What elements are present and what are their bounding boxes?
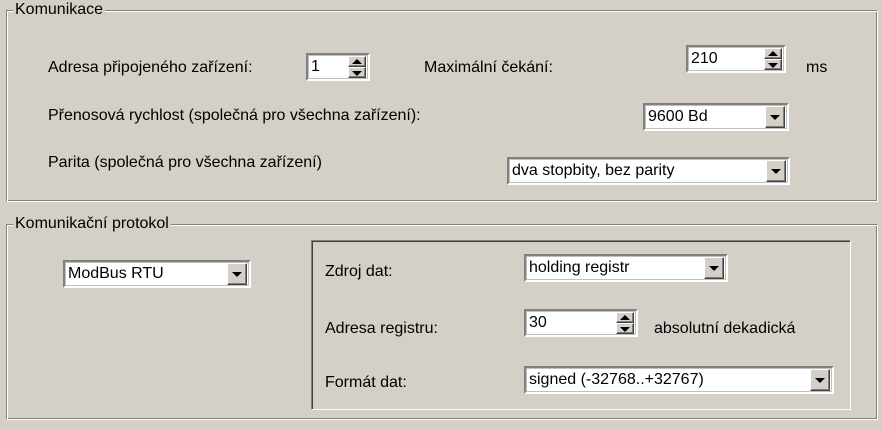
parity-label: Parita (společná pro všechna zařízení) xyxy=(48,154,322,171)
protocol-value[interactable]: ModBus RTU xyxy=(68,262,164,286)
spin-down-icon[interactable] xyxy=(616,323,634,334)
baud-rate-label: Přenosová rychlost (společná pro všechna… xyxy=(48,107,421,124)
spin-up-icon[interactable] xyxy=(348,56,366,67)
dropdown-arrow-icon[interactable] xyxy=(765,106,785,128)
device-address-value[interactable]: 1 xyxy=(311,55,320,79)
register-address-label: Adresa registru: xyxy=(325,320,438,337)
data-source-value[interactable]: holding registr xyxy=(529,256,630,280)
register-address-value[interactable]: 30 xyxy=(529,311,547,335)
dropdown-arrow-icon[interactable] xyxy=(704,257,724,279)
spin-up-icon[interactable] xyxy=(764,48,782,59)
komunikace-title: Komunikace xyxy=(13,1,106,19)
max-wait-value[interactable]: 210 xyxy=(691,47,718,71)
spin-down-icon[interactable] xyxy=(764,59,782,70)
device-address-label: Adresa připojeného zařízení: xyxy=(48,59,253,76)
baud-rate-value[interactable]: 9600 Bd xyxy=(648,105,708,129)
protocol-select[interactable]: ModBus RTU xyxy=(63,260,251,288)
max-wait-spinner[interactable]: 210 xyxy=(686,45,786,73)
parity-value[interactable]: dva stopbity, bez parity xyxy=(512,159,674,183)
max-wait-label: Maximální čekání: xyxy=(424,59,553,76)
dropdown-arrow-icon[interactable] xyxy=(766,160,786,182)
spin-up-icon[interactable] xyxy=(616,312,634,323)
max-wait-unit: ms xyxy=(806,59,828,76)
data-format-label: Formát dat: xyxy=(325,374,407,391)
data-source-select[interactable]: holding registr xyxy=(524,254,728,282)
register-address-spinner[interactable]: 30 xyxy=(524,309,638,337)
baud-rate-select[interactable]: 9600 Bd xyxy=(643,103,789,131)
register-address-note: absolutní dekadická xyxy=(654,320,796,337)
spin-down-icon[interactable] xyxy=(348,67,366,78)
parity-select[interactable]: dva stopbity, bez parity xyxy=(507,157,790,185)
dropdown-arrow-icon[interactable] xyxy=(810,369,830,391)
data-format-value[interactable]: signed (-32768..+32767) xyxy=(529,368,704,392)
device-address-spinner[interactable]: 1 xyxy=(306,53,370,81)
dropdown-arrow-icon[interactable] xyxy=(227,263,247,285)
data-format-select[interactable]: signed (-32768..+32767) xyxy=(524,366,834,394)
data-source-label: Zdroj dat: xyxy=(325,263,393,280)
protocol-title: Komunikační protokol xyxy=(13,215,171,233)
